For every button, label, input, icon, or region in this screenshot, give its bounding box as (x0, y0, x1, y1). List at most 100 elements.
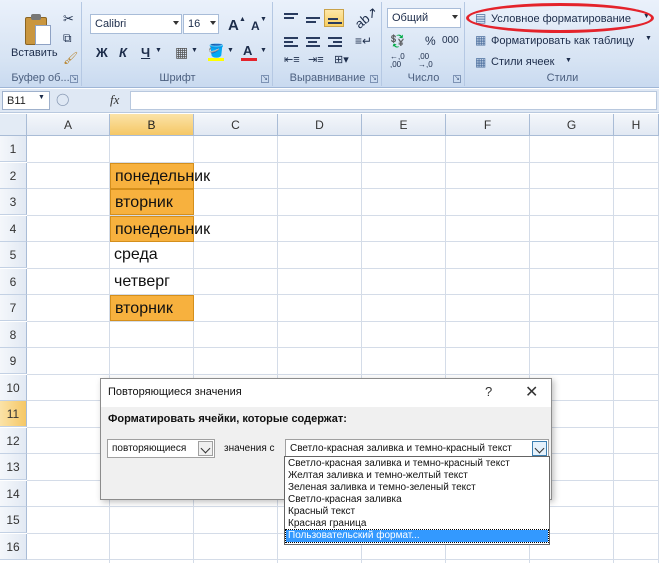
borders-button[interactable]: ▦ ▼ (171, 42, 199, 62)
row-header[interactable]: 12 (0, 428, 27, 454)
align-middle-icon (306, 13, 320, 23)
cell-b3[interactable]: вторник (110, 189, 194, 215)
font-group: Calibri 16 A ▲ A ▼ Ж К Ч ▼ ▦ ▼ 🪣 ▼ A ▼ Ш… (83, 2, 273, 86)
insert-function-icon[interactable]: fx (110, 92, 119, 108)
cell-styles-button[interactable]: ▦ Стили ячеек ▼ (472, 52, 592, 70)
borders-icon: ▦ (175, 44, 189, 60)
wrap-text-button[interactable]: ≡↵ (350, 32, 376, 50)
align-top-button[interactable] (280, 9, 300, 27)
column-header[interactable]: G (530, 114, 614, 136)
font-name-select[interactable]: Calibri (90, 14, 182, 34)
format-option[interactable]: Красный текст (286, 506, 548, 518)
paste-button[interactable]: Вставить (4, 4, 58, 64)
name-box-dropdown-icon[interactable]: ▼ (38, 94, 45, 101)
format-option[interactable]: Зеленая заливка и темно-зеленый текст (286, 482, 548, 494)
cell-b5[interactable]: среда (110, 242, 194, 268)
row-header[interactable]: 4 (0, 216, 27, 242)
row-header[interactable]: 1 (0, 136, 27, 162)
format-option[interactable]: Желтая заливка и темно-желтый текст (286, 470, 548, 482)
cut-button[interactable]: ✂ (60, 10, 76, 26)
outdent-icon: ⇤≡ (284, 54, 300, 66)
format-option[interactable]: Светло-красная заливка (286, 494, 548, 506)
paste-icon (23, 13, 53, 47)
row-header[interactable]: 5 (0, 242, 27, 268)
increase-decimal-button[interactable]: ←,0,00 (387, 52, 411, 69)
row-header[interactable]: 16 (0, 534, 27, 560)
align-left-icon (284, 37, 298, 47)
align-bottom-icon (328, 14, 342, 24)
merge-center-button[interactable]: ⊞▾ (330, 52, 376, 68)
font-color-swatch (241, 58, 257, 61)
rule-type-value: повторяющиеся (112, 443, 187, 454)
column-header[interactable]: A (27, 114, 110, 136)
align-middle-button[interactable] (302, 9, 322, 27)
grow-font-button[interactable]: A ▲ (225, 15, 246, 35)
row-header[interactable]: 14 (0, 481, 27, 507)
column-header[interactable]: E (362, 114, 446, 136)
font-size-select[interactable]: 16 (183, 14, 219, 34)
font-color-button[interactable]: A ▼ (238, 42, 268, 62)
percent-label: % (425, 34, 436, 48)
thousands-label: 000 (442, 35, 459, 46)
font-launcher-icon[interactable]: ↘ (261, 75, 269, 83)
increase-indent-button[interactable]: ⇥≡ (304, 52, 326, 68)
cell-b6[interactable]: четверг (110, 269, 194, 295)
column-header[interactable]: C (194, 114, 278, 136)
underline-button[interactable]: Ч ▼ (136, 42, 162, 62)
format-painter-button[interactable]: 🖌 (60, 50, 79, 66)
select-all-button[interactable] (0, 114, 27, 136)
decrease-indent-button[interactable]: ⇤≡ (280, 52, 302, 68)
column-header[interactable]: B (110, 114, 194, 136)
formula-input[interactable] (130, 91, 657, 110)
orientation-button[interactable]: ab↗ (350, 4, 381, 32)
close-icon[interactable]: ✕ (525, 382, 538, 402)
shrink-font-label: A (251, 19, 260, 33)
cell-b4[interactable]: понедельник (110, 216, 210, 242)
cell-b2[interactable]: понедельник (110, 163, 210, 189)
dialog-title: Повторяющиеся значения (108, 386, 242, 398)
percent-button[interactable]: % (421, 32, 437, 50)
align-left-button[interactable] (280, 32, 300, 50)
format-option[interactable]: Красная граница (286, 518, 548, 530)
brush-icon: 🖌 (63, 51, 79, 65)
row-header[interactable]: 10 (0, 375, 27, 401)
row-header[interactable]: 13 (0, 454, 27, 480)
bold-button[interactable]: Ж (90, 42, 110, 62)
number-format-select[interactable]: Общий (387, 8, 461, 28)
chevron-down-icon[interactable] (532, 441, 547, 456)
chevron-down-icon: ▼ (645, 35, 652, 42)
alignment-launcher-icon[interactable]: ↘ (370, 75, 378, 83)
alignment-group: ab↗ ≡↵ ⇤≡ ⇥≡ ⊞▾ Выравнивание ↘ (274, 2, 382, 86)
number-launcher-icon[interactable]: ↘ (453, 75, 461, 83)
format-option[interactable]: Пользовательский формат... (285, 529, 549, 543)
row-header[interactable]: 3 (0, 189, 27, 215)
row-header[interactable]: 9 (0, 348, 27, 374)
help-icon[interactable]: ? (485, 384, 492, 399)
row-header[interactable]: 7 (0, 295, 27, 321)
row-header[interactable]: 6 (0, 269, 27, 295)
rule-type-select[interactable]: повторяющиеся (107, 439, 215, 458)
clipboard-launcher-icon[interactable]: ↘ (70, 75, 78, 83)
cell-b7[interactable]: вторник (110, 295, 194, 321)
row-header[interactable]: 8 (0, 322, 27, 348)
column-header[interactable]: F (446, 114, 530, 136)
chevron-down-icon[interactable] (198, 441, 213, 456)
column-header[interactable]: D (278, 114, 362, 136)
shrink-font-button[interactable]: A ▼ (247, 15, 267, 35)
row-header[interactable]: 11 (0, 401, 27, 427)
format-as-table-button[interactable]: ▦ Форматировать как таблицу ▼ (472, 30, 654, 50)
number-format-value: Общий (392, 12, 429, 24)
thousands-button[interactable]: 000 (440, 32, 462, 50)
format-option[interactable]: Светло-красная заливка и темно-красный т… (286, 458, 548, 470)
accounting-format-button[interactable]: 💱 (387, 32, 411, 50)
align-center-button[interactable] (302, 32, 322, 50)
italic-button[interactable]: К (113, 42, 133, 62)
fill-color-button[interactable]: 🪣 ▼ (205, 42, 235, 62)
align-right-button[interactable] (324, 32, 344, 50)
column-header[interactable]: H (614, 114, 659, 136)
row-header[interactable]: 2 (0, 163, 27, 189)
decrease-decimal-button[interactable]: ,00 →,0 (415, 52, 439, 69)
align-bottom-button[interactable] (324, 9, 344, 27)
copy-button[interactable]: ⧉ (60, 30, 76, 46)
row-header[interactable]: 15 (0, 507, 27, 533)
